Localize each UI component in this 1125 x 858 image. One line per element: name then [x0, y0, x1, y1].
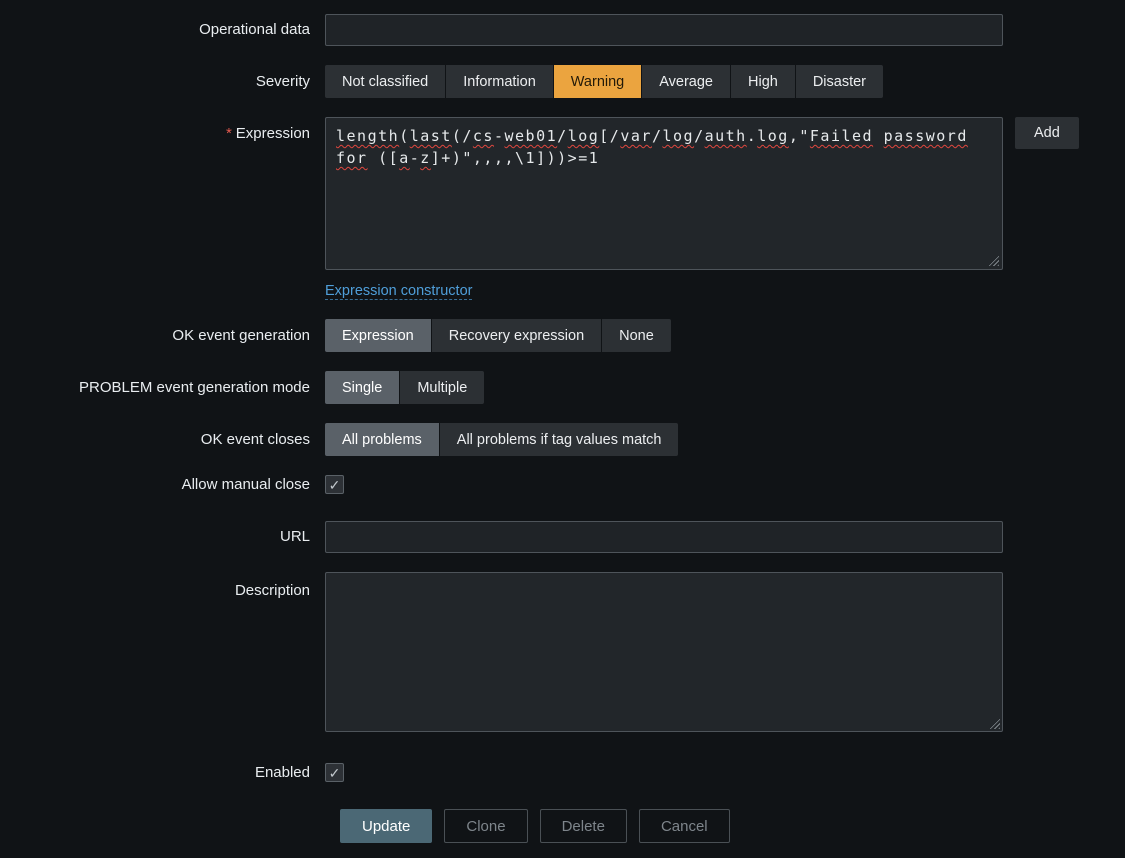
- expression-row: *Expression length(last(/cs-web01/log[/v…: [0, 117, 1125, 300]
- checkmark-icon: ✓: [329, 478, 341, 492]
- cancel-button[interactable]: Cancel: [639, 809, 730, 843]
- expression-input[interactable]: length(last(/cs-web01/log[/var/log/auth.…: [325, 117, 1003, 270]
- description-input[interactable]: [325, 572, 1003, 732]
- severity-option-warning[interactable]: Warning: [554, 65, 642, 98]
- ok-event-generation-label: OK event generation: [0, 319, 325, 352]
- enabled-row: Enabled ✓: [0, 763, 1125, 783]
- severity-option-disaster[interactable]: Disaster: [796, 65, 883, 98]
- operational-data-input[interactable]: [325, 14, 1003, 46]
- problem-event-mode-option-multiple[interactable]: Multiple: [400, 371, 484, 404]
- problem-event-mode-label: PROBLEM event generation mode: [0, 371, 325, 404]
- url-row: URL: [0, 521, 1125, 553]
- severity-option-high[interactable]: High: [731, 65, 796, 98]
- ok-event-generation-row: OK event generation Expression Recovery …: [0, 319, 1125, 352]
- operational-data-row: Operational data: [0, 14, 1125, 46]
- url-input[interactable]: [325, 521, 1003, 553]
- problem-event-mode-segmented-control: Single Multiple: [325, 371, 484, 404]
- expression-label: *Expression: [0, 117, 325, 300]
- problem-event-mode-row: PROBLEM event generation mode Single Mul…: [0, 371, 1125, 404]
- expression-add-button[interactable]: Add: [1015, 117, 1079, 149]
- ok-event-closes-option-all-problems-if-tag-values-match[interactable]: All problems if tag values match: [440, 423, 679, 456]
- description-row: Description: [0, 572, 1125, 737]
- ok-event-generation-option-recovery-expression[interactable]: Recovery expression: [432, 319, 602, 352]
- delete-button[interactable]: Delete: [540, 809, 627, 843]
- checkmark-icon: ✓: [329, 766, 341, 780]
- allow-manual-close-row: Allow manual close ✓: [0, 475, 1125, 495]
- url-label: URL: [0, 521, 325, 553]
- ok-event-closes-segmented-control: All problems All problems if tag values …: [325, 423, 678, 456]
- severity-row: Severity Not classified Information Warn…: [0, 65, 1125, 98]
- severity-label: Severity: [0, 65, 325, 98]
- expression-constructor-link[interactable]: Expression constructor: [325, 283, 472, 300]
- severity-segmented-control: Not classified Information Warning Avera…: [325, 65, 883, 98]
- ok-event-closes-option-all-problems[interactable]: All problems: [325, 423, 440, 456]
- severity-option-information[interactable]: Information: [446, 65, 554, 98]
- required-marker: *: [226, 125, 232, 142]
- trigger-config-form: Operational data Severity Not classified…: [0, 14, 1125, 843]
- description-label: Description: [0, 572, 325, 737]
- allow-manual-close-checkbox[interactable]: ✓: [325, 475, 344, 494]
- clone-button[interactable]: Clone: [444, 809, 527, 843]
- update-button[interactable]: Update: [340, 809, 432, 843]
- ok-event-closes-label: OK event closes: [0, 423, 325, 456]
- expression-label-text: Expression: [236, 125, 310, 142]
- severity-option-average[interactable]: Average: [642, 65, 731, 98]
- ok-event-generation-option-none[interactable]: None: [602, 319, 671, 352]
- enabled-checkbox[interactable]: ✓: [325, 763, 344, 782]
- ok-event-generation-segmented-control: Expression Recovery expression None: [325, 319, 671, 352]
- allow-manual-close-label: Allow manual close: [0, 475, 325, 495]
- enabled-label: Enabled: [0, 763, 325, 783]
- operational-data-label: Operational data: [0, 14, 325, 46]
- ok-event-generation-option-expression[interactable]: Expression: [325, 319, 432, 352]
- form-actions: Update Clone Delete Cancel: [340, 809, 1125, 843]
- problem-event-mode-option-single[interactable]: Single: [325, 371, 400, 404]
- ok-event-closes-row: OK event closes All problems All problem…: [0, 423, 1125, 456]
- resize-handle-icon[interactable]: [986, 253, 999, 266]
- expression-text: length(last(/cs-web01/log[/var/log/auth.…: [336, 125, 992, 169]
- severity-option-not-classified[interactable]: Not classified: [325, 65, 446, 98]
